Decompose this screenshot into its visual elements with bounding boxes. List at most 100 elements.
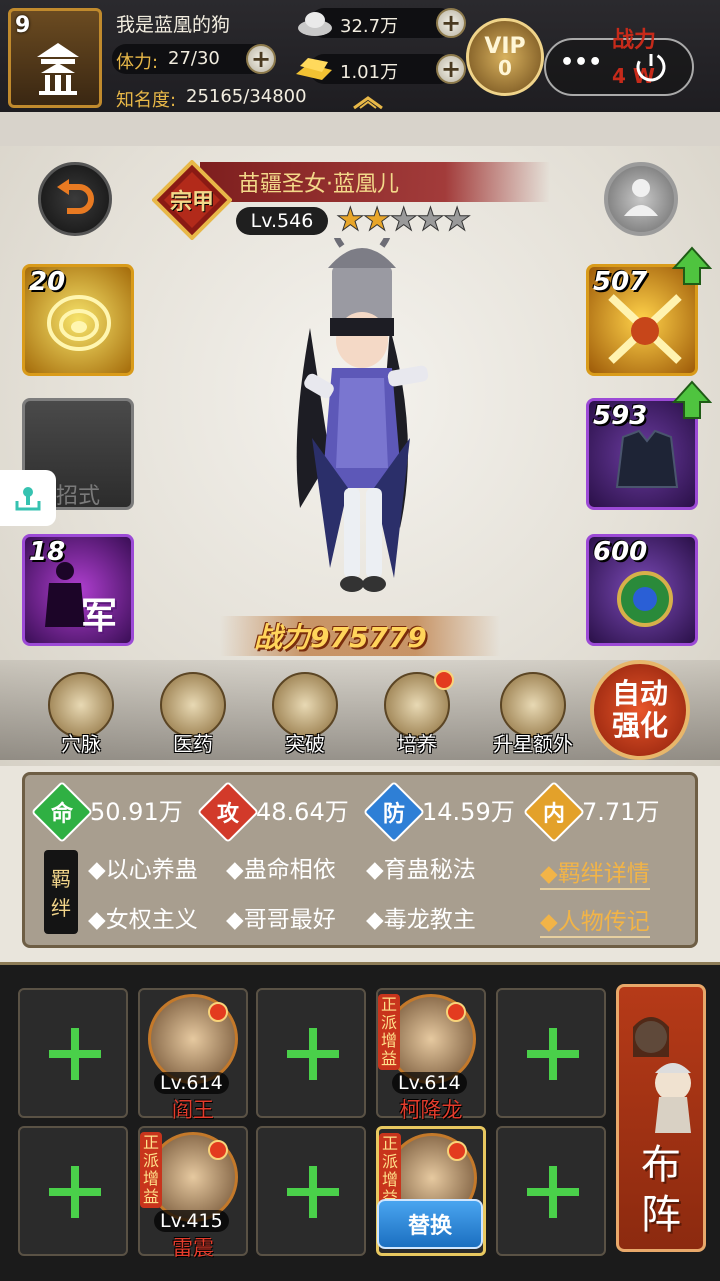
action-label: 医药 [173, 732, 213, 756]
chevron-up-icon[interactable] [350, 92, 386, 110]
vip-level: 0 [498, 56, 512, 80]
back-button[interactable] [38, 162, 112, 236]
anchor-icon [15, 487, 41, 511]
hero-portrait-button[interactable] [604, 162, 678, 236]
fetter-item-label: 育蛊秘法 [383, 857, 476, 883]
army-skill-char: 军 [81, 596, 118, 637]
hero-name: 雷震 [172, 1236, 214, 1260]
star-empty-icon: ★ [416, 200, 446, 238]
diamond-bullet-icon: ◆ [88, 857, 106, 883]
righteous-buff-badge: 正派增益 [379, 1133, 401, 1209]
formation-slot-empty[interactable] [18, 988, 128, 1118]
hero-power-value: 975779 [310, 621, 427, 654]
formation-slot-hero[interactable]: 正派增益 Lv.614 柯降龙 [376, 988, 486, 1122]
fetter-item: ◆育蛊秘法 [366, 850, 476, 884]
biography-link[interactable]: ◆人物传记 [540, 902, 650, 938]
hero-level: Lv.614 [392, 1072, 467, 1094]
action-label: 培养 [397, 732, 437, 756]
fame-value: 25165/34800 [186, 86, 307, 107]
star-filled-icon: ★ [362, 200, 392, 238]
armor-vest-icon [615, 429, 679, 488]
hero-power: 战力975779 [254, 616, 427, 656]
hero-level: Lv.415 [154, 1210, 229, 1232]
stat-key: 防 [382, 801, 406, 827]
more-menu-button[interactable]: ••• [560, 50, 602, 75]
action-breakthrough[interactable]: 突破 [264, 672, 346, 757]
upgrade-arrow-icon [672, 246, 712, 285]
fetter-item-label: 以心养蛊 [105, 857, 198, 883]
fetter-tag: 羁 绊 [44, 850, 78, 934]
stat-key: 攻 [216, 801, 240, 827]
hero-name: 柯降龙 [399, 1098, 463, 1122]
vip-label: VIP [484, 34, 526, 59]
action-meridian[interactable]: 穴脉 [40, 672, 122, 757]
gold-ingot-icon [296, 58, 332, 80]
silver-ingot-icon [298, 12, 332, 36]
fetter-tag-top: 羁 [51, 867, 71, 891]
hero-name: 苗疆圣女·蓝凰儿 [238, 172, 399, 197]
notification-dot [434, 670, 454, 690]
auto-enhance-line2: 强化 [611, 709, 668, 742]
fetter-details-link[interactable]: ◆羁绊详情 [540, 854, 650, 890]
auto-enhance-button[interactable]: 自动 强化 [590, 660, 690, 760]
formation-slot-empty[interactable] [256, 988, 366, 1118]
formation-slot-empty[interactable] [18, 1126, 128, 1256]
fetter-item: ◆毒龙教主 [366, 900, 476, 934]
close-mini-icon[interactable] [634, 50, 668, 84]
auto-enhance-line1: 自动 [611, 677, 668, 710]
formation-label-char: 阵 [641, 1192, 681, 1238]
diamond-bullet-icon: ◆ [88, 907, 106, 933]
swap-button[interactable]: 替换 [377, 1199, 483, 1249]
vip-badge[interactable]: VIP 0 [466, 18, 544, 96]
formation-slot-hero[interactable]: 正派增益 Lv.415 雷震 [138, 1126, 248, 1260]
add-gold-button[interactable]: + [436, 54, 466, 84]
diamond-bullet-icon: ◆ [226, 907, 244, 933]
fetter-item: ◆哥哥最好 [226, 900, 336, 934]
action-gift[interactable]: 升星额外 [488, 672, 578, 757]
formation-slot-empty[interactable] [256, 1126, 366, 1256]
add-silver-button[interactable]: + [436, 8, 466, 38]
stat-value: 7.71万 [582, 798, 660, 826]
stamina-label: 体力: [116, 52, 159, 73]
equipment-slot-accessory[interactable]: 600 [586, 534, 698, 646]
formation-heroes-art [633, 1017, 691, 1133]
notification-dot [208, 1140, 228, 1160]
upgrade-arrow-icon [672, 380, 712, 419]
action-label: 突破 [285, 732, 325, 756]
righteous-buff-badge: 正派增益 [140, 1132, 162, 1208]
hero-level: Lv.546 [236, 207, 328, 235]
silver-amount: 32.7万 [340, 16, 399, 37]
hero-star-rating: ★★★★★ [336, 200, 472, 238]
formation-label-char: 布 [641, 1142, 681, 1188]
righteous-buff-badge: 正派增益 [378, 994, 400, 1070]
add-hero-plus-icon [527, 1028, 579, 1080]
diamond-bullet-icon: ◆ [366, 857, 384, 883]
fetter-item-label: 蛊命相依 [243, 857, 336, 883]
formation-button-label: 布阵 [636, 1140, 686, 1240]
action-label: 升星额外 [493, 732, 573, 756]
add-hero-plus-icon [527, 1166, 579, 1218]
temple-icon [37, 43, 79, 95]
diamond-bullet-icon: ◆ [366, 907, 384, 933]
skill-slot-3[interactable]: 18 军 [22, 534, 134, 646]
fetter-tag-bottom: 绊 [51, 896, 71, 920]
formation-slot-empty[interactable] [496, 988, 606, 1118]
hero-figure [296, 238, 429, 592]
player-avatar[interactable]: 9 [8, 8, 102, 108]
add-stamina-button[interactable]: + [246, 44, 276, 74]
side-float-widget[interactable] [0, 470, 56, 526]
formation-slot-empty[interactable] [496, 1126, 606, 1256]
hero-name: 阎王 [172, 1098, 214, 1122]
action-mushroom[interactable]: 医药 [152, 672, 234, 757]
skill-slot-1[interactable]: 20 [22, 264, 134, 376]
hero-power-label: 战力 [254, 621, 311, 654]
fetter-item: ◆以心养蛊 [88, 850, 198, 884]
diamond-bullet-icon: ◆ [226, 857, 244, 883]
action-scroll[interactable]: 培养 [376, 670, 458, 757]
gold-amount: 1.01万 [340, 62, 399, 83]
action-label: 穴脉 [61, 732, 101, 756]
hero-rarity-tag: 宗甲 [170, 190, 215, 215]
formation-slot-hero[interactable]: Lv.614 阎王 [138, 988, 248, 1122]
notification-dot [208, 1002, 228, 1022]
star-empty-icon: ★ [389, 200, 419, 238]
